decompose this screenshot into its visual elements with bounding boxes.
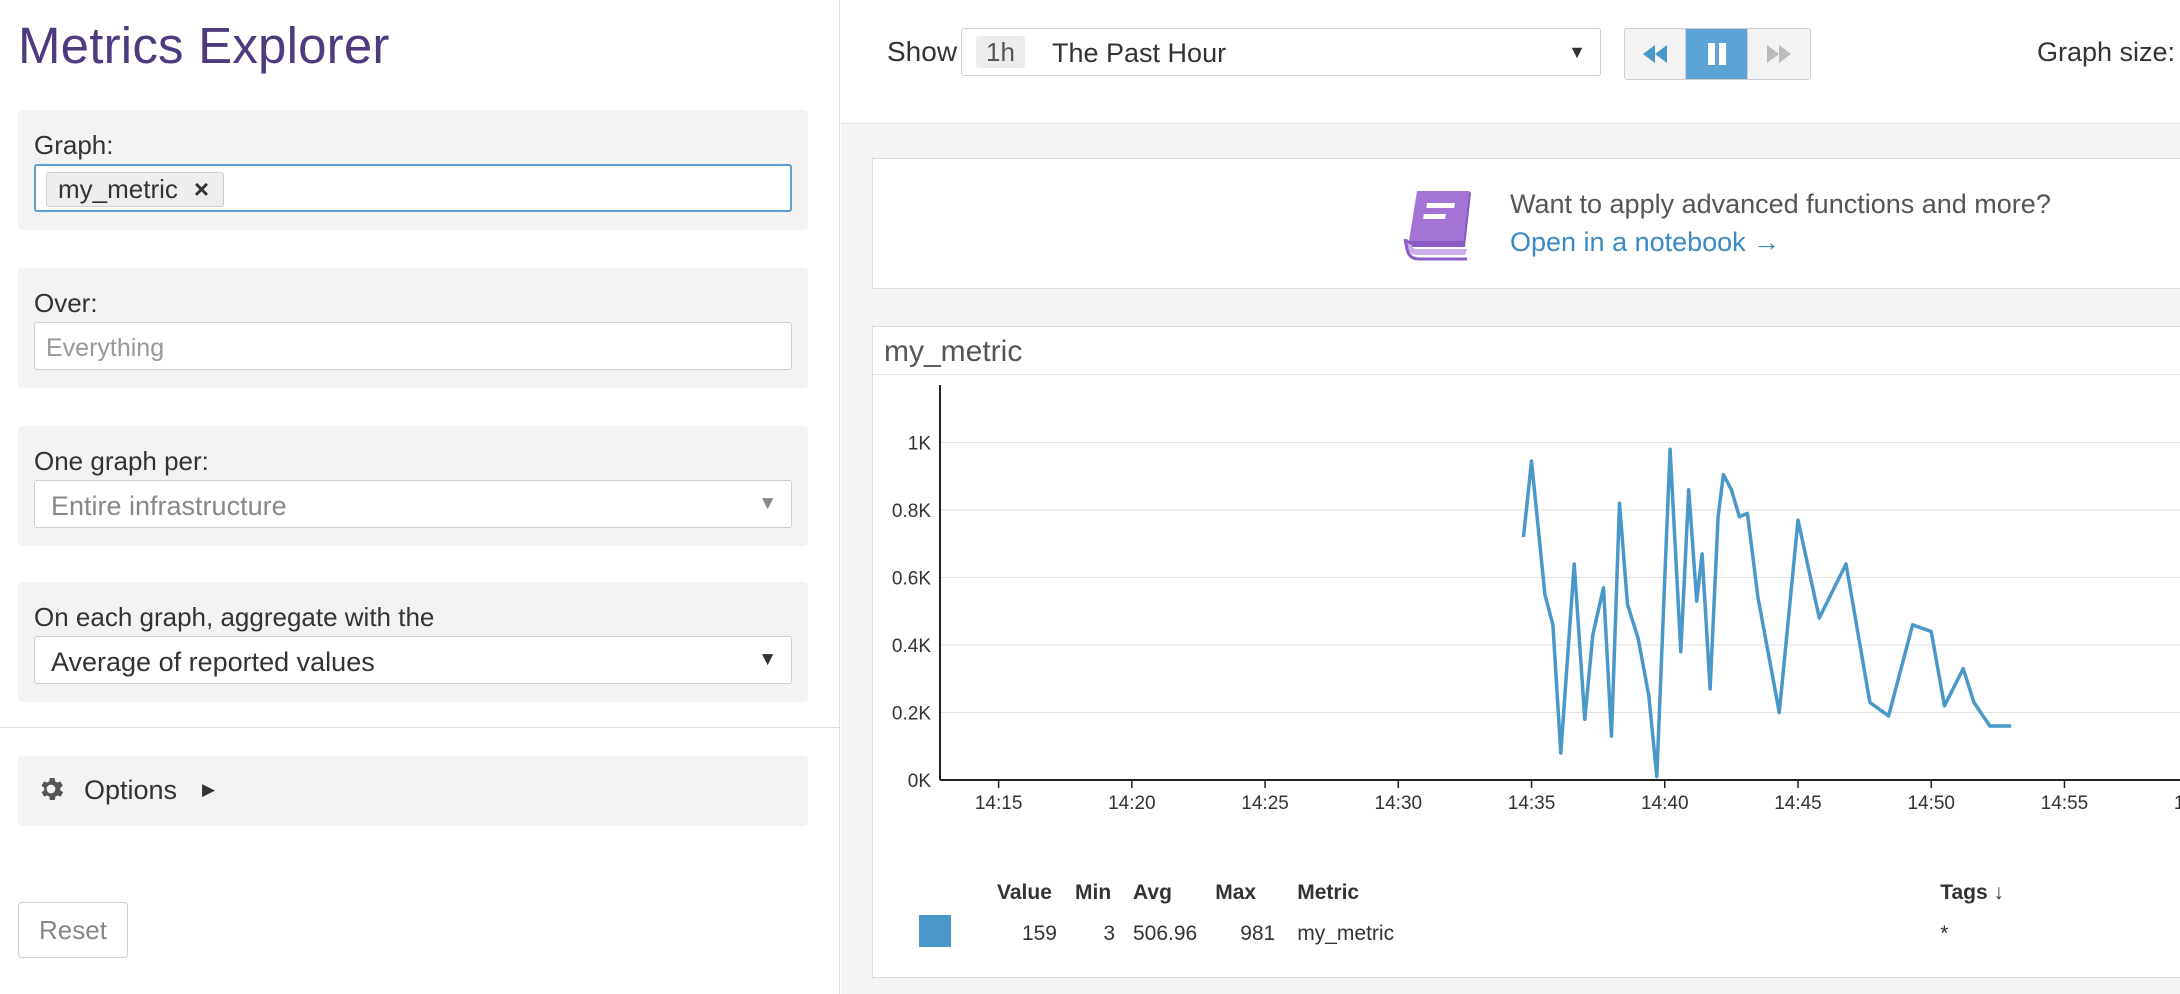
y-tick-label: 0.4K xyxy=(892,636,931,657)
aggregate-select[interactable]: Average of reported values ▼ xyxy=(34,636,792,684)
graph-title: my_metric xyxy=(884,335,1023,368)
graph-size-label: Graph size: xyxy=(2037,37,2176,67)
show-label: Show xyxy=(887,36,958,67)
metric-input[interactable]: my_metric × xyxy=(34,164,792,212)
rewind-icon xyxy=(1643,45,1668,63)
open-notebook-link[interactable]: Open in a notebook → xyxy=(1510,227,1780,258)
series-color-swatch xyxy=(919,915,951,947)
timeseries-chart[interactable]: 0K 0.2K 0.4K 0.6K 0.8K 1K 14:15 14:20 14:25 14:30… xyxy=(873,375,2180,875)
reset-button[interactable]: Reset xyxy=(18,902,128,958)
options-label: Options xyxy=(84,775,178,805)
notebook-promo-text: Want to apply advanced functions and mor… xyxy=(1510,189,2051,219)
legend-metric: my_metric xyxy=(1297,922,1395,945)
app-root: Metrics Explorer Graph: my_metric × Over… xyxy=(0,0,2180,994)
legend-header-row: Value Min Avg Max Metric Tags ↓ xyxy=(919,881,2060,915)
legend-value: 159 xyxy=(1021,922,1057,945)
legend-min: 3 xyxy=(1103,922,1115,945)
x-tick-label: 14:50 xyxy=(1907,793,1955,814)
legend-col-metric: Metric xyxy=(1297,881,1360,904)
query-panel: Metrics Explorer Graph: my_metric × Over… xyxy=(0,0,840,994)
fast-forward-icon xyxy=(1766,45,1791,63)
metric-tag[interactable]: my_metric × xyxy=(46,172,225,207)
fast-forward-button[interactable] xyxy=(1747,29,1810,79)
chevron-down-icon: ▼ xyxy=(758,493,777,514)
legend-col-swatch xyxy=(919,881,997,915)
legend-col-value: Value xyxy=(997,881,1052,904)
chevron-down-icon: ▼ xyxy=(1568,42,1586,62)
legend-col-max: Max xyxy=(1215,881,1257,904)
legend-row[interactable]: 159 3 506.96 981 my_metric * xyxy=(919,915,2060,953)
graph-header: my_metric xyxy=(873,327,2180,375)
y-tick-label: 0.2K xyxy=(892,704,931,725)
notebook-banner: Want to apply advanced functions and mor… xyxy=(872,158,2180,289)
legend-col-min: Min xyxy=(1075,881,1112,904)
pause-icon xyxy=(1707,43,1726,65)
timeframe-select[interactable]: 1h The Past Hour ▼ xyxy=(961,28,1601,76)
one-graph-per-value: Entire infrastructure xyxy=(51,491,287,521)
y-tick-label: 0K xyxy=(908,771,932,792)
legend-table: Value Min Avg Max Metric Tags ↓ 159 3 50… xyxy=(919,881,2060,953)
time-toolbar: Show 1h The Past Hour ▼ Graph size: xyxy=(841,0,2180,124)
aggregate-label: On each graph, aggregate with the xyxy=(34,602,435,632)
legend-avg: 506.96 xyxy=(1133,922,1198,945)
y-tick-label: 0.6K xyxy=(892,569,931,590)
x-tick-label: 14:40 xyxy=(1641,793,1689,814)
graph-label: Graph: xyxy=(34,130,114,160)
legend-max: 981 xyxy=(1240,922,1276,945)
caret-right-icon: ▶ xyxy=(202,780,216,799)
rewind-button[interactable] xyxy=(1625,29,1687,79)
options-toggle[interactable]: Options ▶ xyxy=(18,756,808,826)
remove-tag-icon[interactable]: × xyxy=(194,174,209,205)
pause-button[interactable] xyxy=(1686,29,1748,79)
one-graph-per-select[interactable]: Entire infrastructure ▼ xyxy=(34,480,792,528)
series-line xyxy=(1521,447,2012,779)
metric-tag-label: my_metric xyxy=(58,174,178,204)
over-input[interactable]: Everything xyxy=(34,322,792,370)
y-tick-label: 1K xyxy=(908,434,932,455)
aggregate-value: Average of reported values xyxy=(51,647,375,677)
x-tick-label: 14:30 xyxy=(1375,793,1423,814)
one-graph-per-label: One graph per: xyxy=(34,446,209,476)
one-graph-per-section: One graph per: Entire infrastructure ▼ xyxy=(18,426,808,546)
legend-swatch xyxy=(919,915,997,953)
y-tick-label: 0.8K xyxy=(892,501,931,522)
legend-col-avg: Avg xyxy=(1133,881,1172,904)
graph-section: Graph: my_metric × xyxy=(18,110,808,230)
legend-col-tags[interactable]: Tags ↓ xyxy=(1940,881,2060,915)
results-panel: Show 1h The Past Hour ▼ Graph size: Want… xyxy=(841,0,2180,994)
over-section: Over: Everything xyxy=(18,268,808,388)
page-title: Metrics Explorer xyxy=(18,17,390,74)
over-label: Over: xyxy=(34,288,98,318)
timeframe-label: The Past Hour xyxy=(1052,38,1227,68)
x-tick-label: 14:20 xyxy=(1108,793,1156,814)
x-tick-label: 14:25 xyxy=(1241,793,1289,814)
legend-tags: * xyxy=(1940,922,1949,945)
graph-card: my_metric 0K 0.2K 0.4K 0.6K 0.8K 1K 14:15 14:20… xyxy=(872,326,2180,978)
x-tick-label: 14:15 xyxy=(975,793,1023,814)
x-tick-label: 14:35 xyxy=(1508,793,1556,814)
x-tick-label: 15:00 xyxy=(2174,793,2180,814)
chevron-down-icon: ▼ xyxy=(758,649,777,670)
x-tick-label: 14:55 xyxy=(2041,793,2089,814)
x-tick-label: 14:45 xyxy=(1774,793,1822,814)
aggregate-section: On each graph, aggregate with the Averag… xyxy=(18,582,808,702)
over-placeholder: Everything xyxy=(46,334,165,362)
notebook-icon xyxy=(1399,183,1485,268)
gear-icon xyxy=(36,774,66,809)
playback-controls xyxy=(1624,28,1811,80)
timeframe-badge: 1h xyxy=(976,36,1025,68)
divider xyxy=(0,727,840,728)
